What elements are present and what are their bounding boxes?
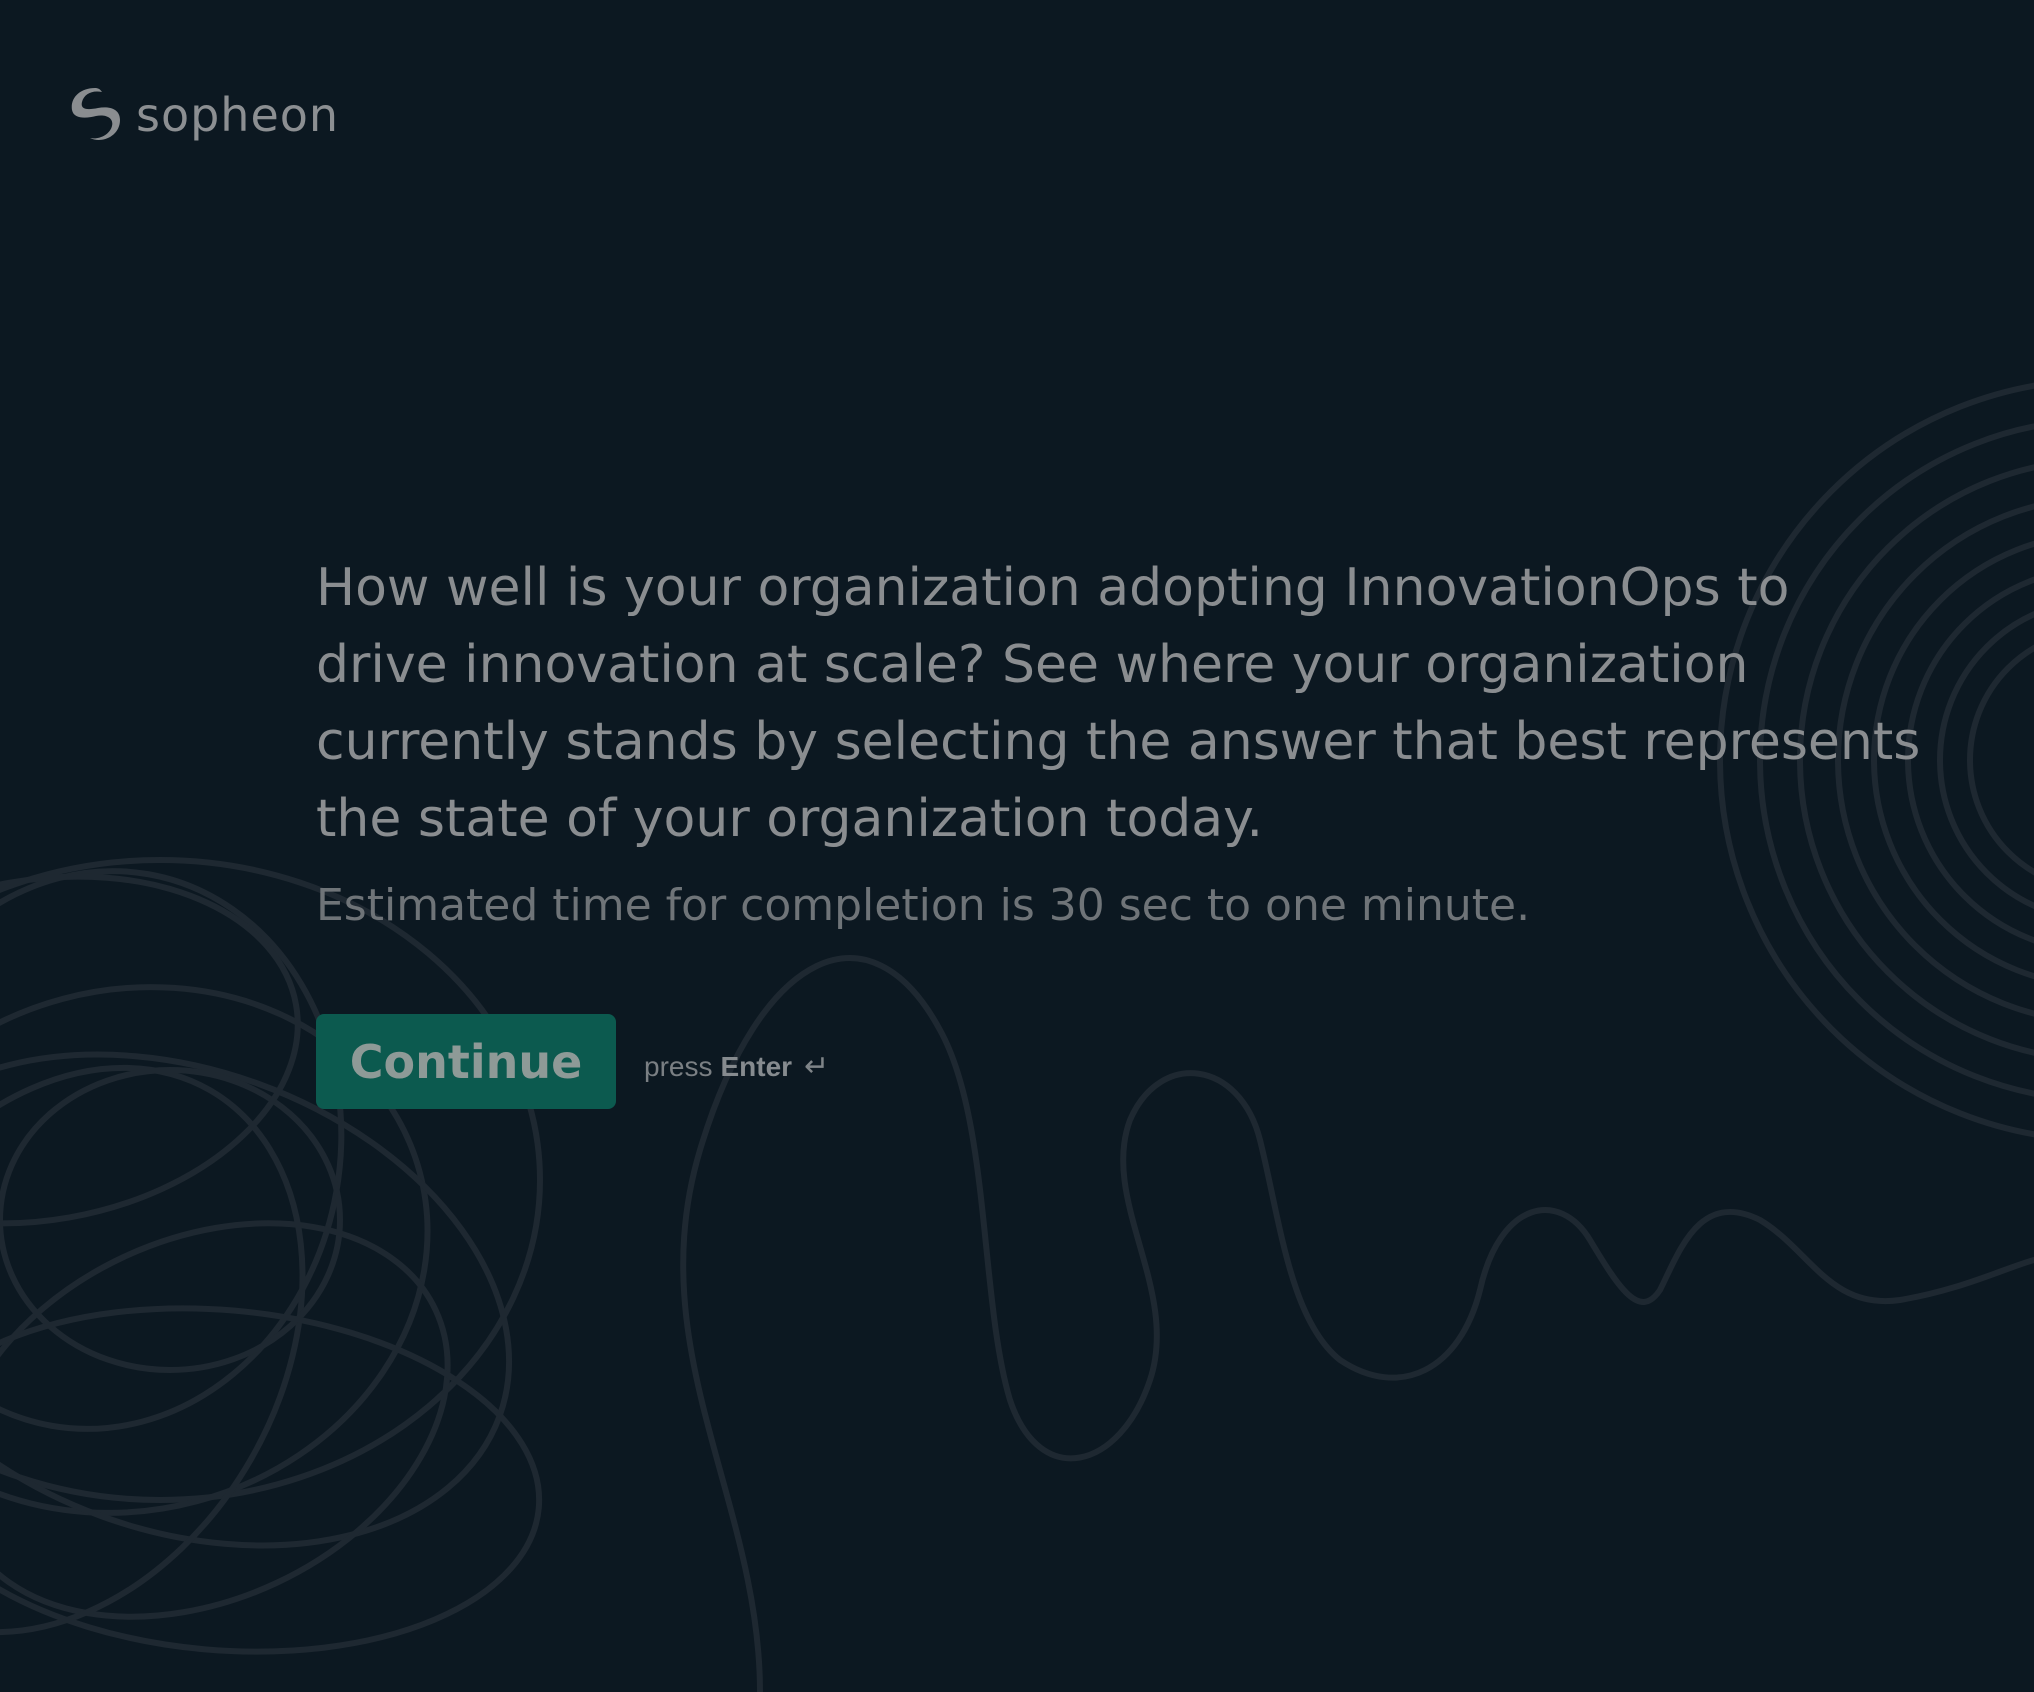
enter-return-icon: ↵ xyxy=(804,1050,830,1083)
brand-wordmark: sopheon xyxy=(136,88,340,142)
press-enter-hint: press Enter ↵ xyxy=(644,1049,829,1084)
completion-estimate: Estimated time for completion is 30 sec … xyxy=(316,880,1531,931)
welcome-screen: How well is your organization adopting I… xyxy=(316,550,1956,1109)
survey-intro-question: How well is your organization adopting I… xyxy=(316,558,1921,849)
continue-button[interactable]: Continue xyxy=(316,1014,616,1109)
sopheon-swirl-logo-icon xyxy=(71,88,120,140)
hint-prefix: press xyxy=(644,1050,713,1082)
cta-row: Continue press Enter ↵ xyxy=(316,1014,1956,1109)
brand-logo: sopheon xyxy=(62,82,339,148)
enter-key-label: Enter xyxy=(720,1050,793,1082)
